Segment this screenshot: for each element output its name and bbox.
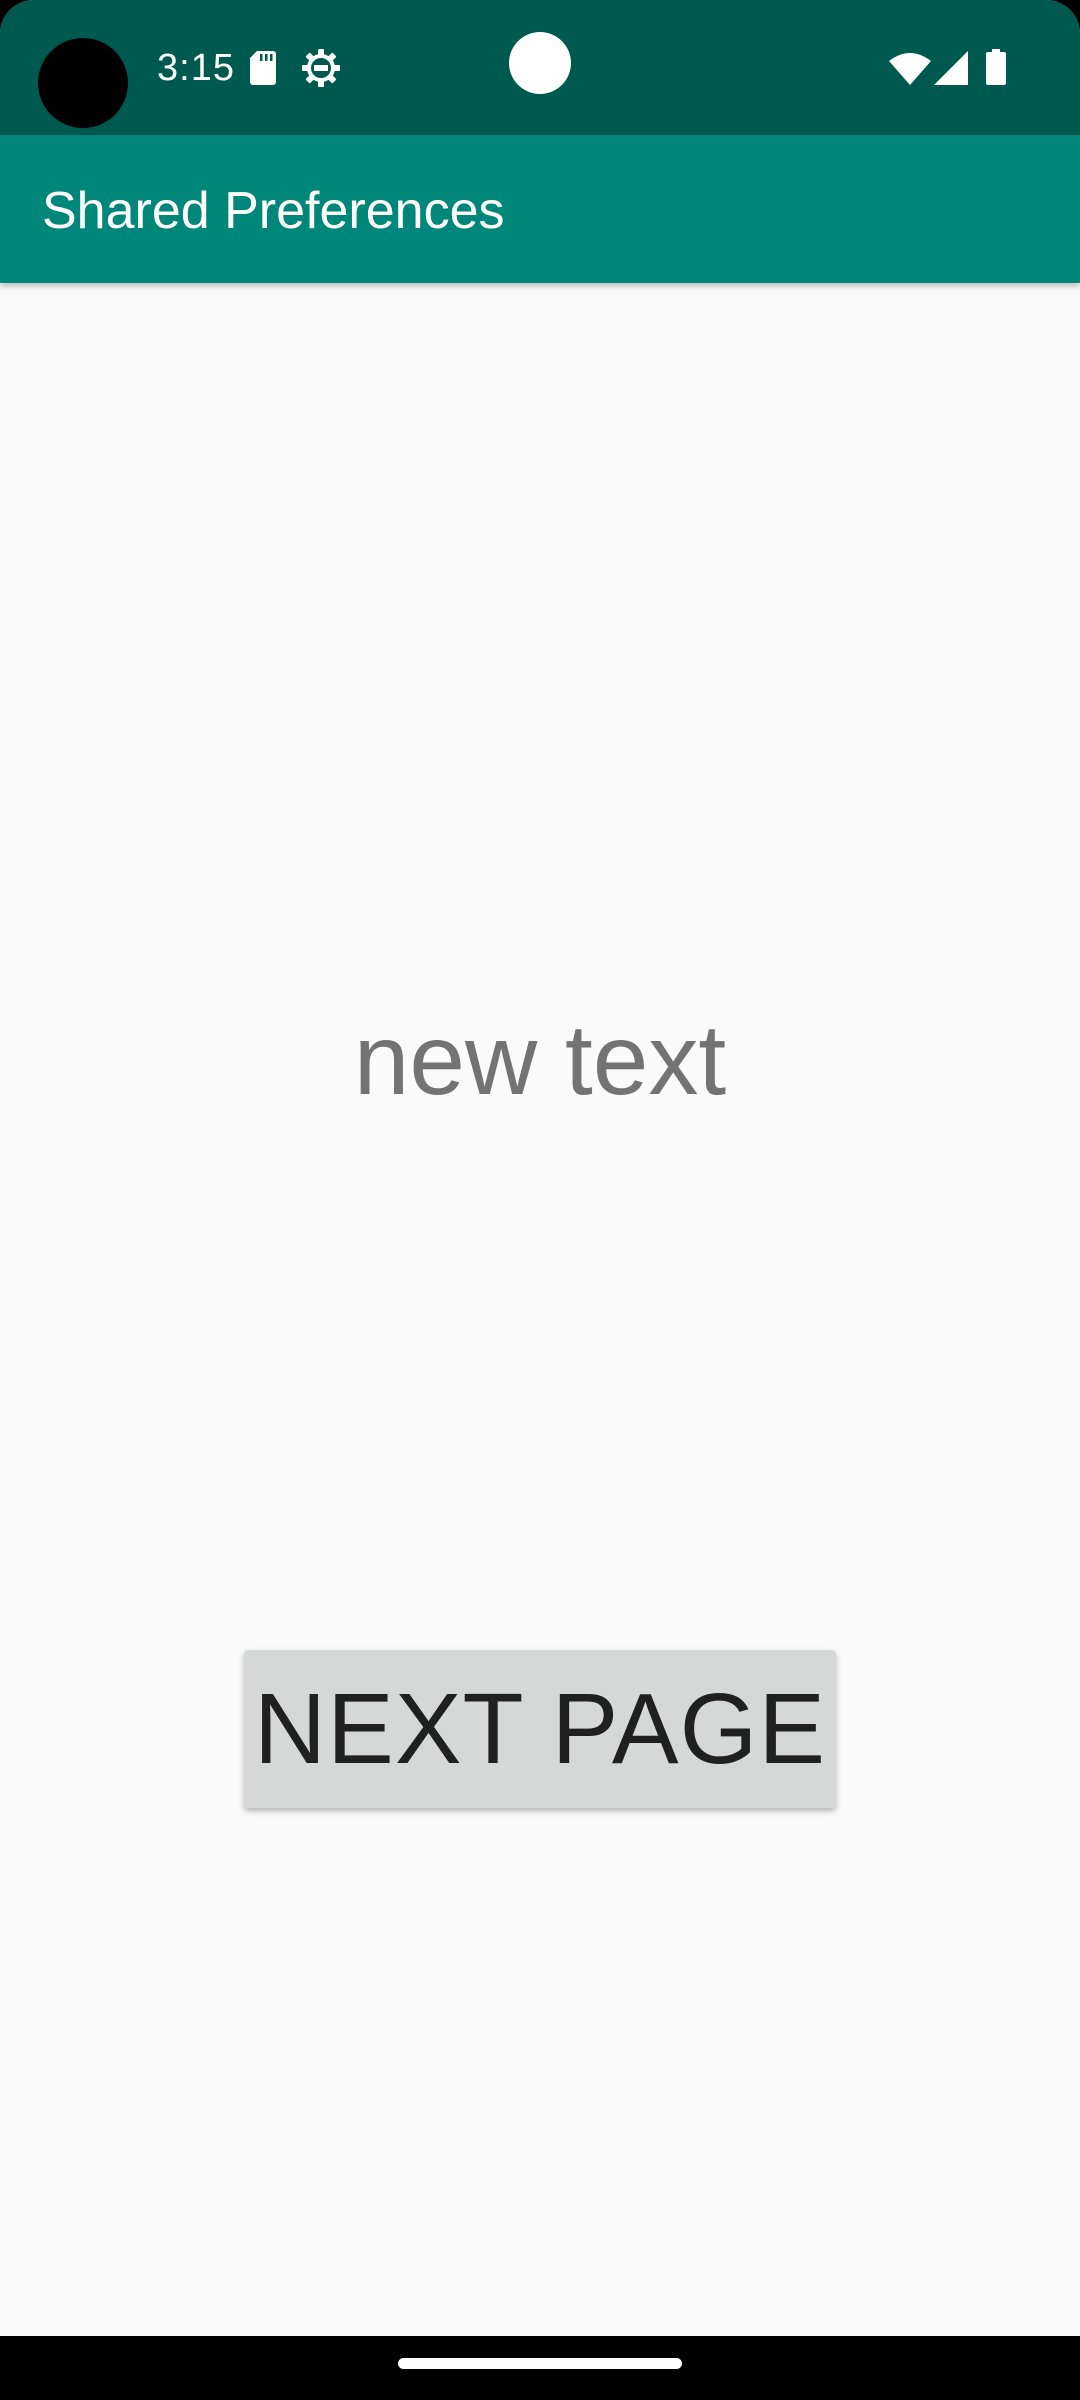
status-time: 3:15 bbox=[157, 47, 235, 89]
app-bar: Shared Preferences bbox=[0, 135, 1080, 283]
next-page-button[interactable]: NEXT PAGE bbox=[244, 1650, 836, 1808]
gear-icon bbox=[302, 49, 340, 87]
status-bar: 3:15 bbox=[0, 0, 1080, 135]
navigation-bar bbox=[0, 2336, 1080, 2400]
wifi-icon bbox=[889, 53, 931, 85]
sd-card-icon bbox=[250, 51, 276, 85]
camera-cutout bbox=[38, 38, 128, 128]
main-text: new text bbox=[353, 1004, 727, 1116]
phone-screen: 3:15 Shared Preferences new text NEXT PA… bbox=[0, 0, 1080, 2400]
battery-icon bbox=[986, 49, 1006, 85]
center-indicator-dot bbox=[509, 32, 571, 94]
app-title: Shared Preferences bbox=[42, 182, 505, 240]
signal-icon bbox=[934, 51, 968, 85]
home-gesture-handle[interactable] bbox=[398, 2358, 682, 2369]
